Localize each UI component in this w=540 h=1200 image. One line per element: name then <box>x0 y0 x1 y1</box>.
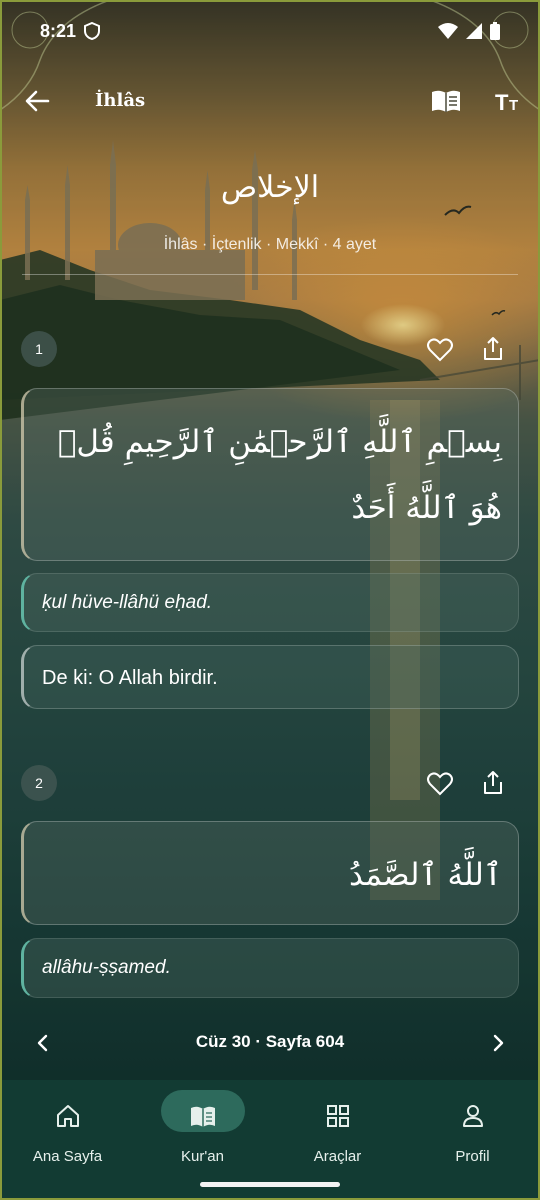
verse-number-badge: 2 <box>21 765 57 801</box>
nav-tab-label: Araçlar <box>313 1148 362 1165</box>
verse-transliteration-text: ḳul hüve-llâhü eḥad. <box>42 592 213 613</box>
nav-tab-label: Kur'an <box>181 1148 224 1165</box>
nav-tab-home[interactable]: Ana Sayfa <box>0 1090 135 1180</box>
vpn-shield-icon <box>84 22 101 40</box>
share-icon[interactable] <box>479 769 507 797</box>
page-title: İhlâs <box>95 90 146 111</box>
home-icon <box>56 1105 79 1127</box>
back-arrow-icon[interactable] <box>22 86 52 116</box>
surah-meta: İhlâs · İçtenlik · Mekkî · 4 ayet <box>163 236 377 253</box>
favorite-heart-icon[interactable] <box>426 336 454 364</box>
nav-tab-profile[interactable]: Profil <box>405 1090 540 1180</box>
status-bar: 8:21 <box>0 0 540 62</box>
verse-transliteration-card: allâhu-ṣṣamed. <box>21 938 519 998</box>
verse-transliteration-card: ḳul hüve-llâhü eḥad. <box>21 573 519 632</box>
verse-translation-text: De ki: O Allah birdir. <box>42 667 218 689</box>
header-divider <box>22 274 518 275</box>
verse-arabic-card: بِسۡمِ ٱللَّهِ ٱلرَّحۡمَٰنِ ٱلرَّحِيمِ ق… <box>21 388 519 561</box>
book-icon <box>190 1106 215 1127</box>
gesture-home-indicator[interactable] <box>200 1182 340 1187</box>
surah-arabic-name: الإخلاص <box>220 170 320 205</box>
person-icon <box>462 1105 483 1127</box>
app-bar: İhlâs T T <box>0 70 540 130</box>
status-time: 8:21 <box>40 20 77 41</box>
nav-tab-label: Profil <box>455 1148 490 1165</box>
svg-text:T: T <box>509 97 518 114</box>
signal-icon <box>466 23 482 39</box>
verse-arabic-text: بِسۡمِ ٱللَّهِ ٱلرَّحۡمَٰنِ ٱلرَّحِيمِ ق… <box>57 424 502 526</box>
svg-text:T: T <box>495 90 509 115</box>
favorite-heart-icon[interactable] <box>426 770 454 798</box>
nav-tab-tools[interactable]: Araçlar <box>270 1090 405 1180</box>
page-navigator: Cüz 30 · Sayfa 604 <box>0 1018 540 1068</box>
verse-arabic-text: ٱللَّهُ ٱلصَّمَدُ <box>348 857 502 893</box>
battery-icon <box>490 22 500 40</box>
nav-tab-label: Ana Sayfa <box>32 1148 103 1165</box>
text-size-icon[interactable]: T T <box>494 86 526 116</box>
verse-number-badge: 1 <box>21 331 57 367</box>
juz-page-label: Cüz 30 · Sayfa 604 <box>195 1032 345 1051</box>
nav-tab-quran[interactable]: Kur'an <box>135 1090 270 1180</box>
grid-icon <box>326 1105 349 1127</box>
verse-arabic-card: ٱللَّهُ ٱلصَّمَدُ <box>21 821 519 925</box>
verse-transliteration-text: allâhu-ṣṣamed. <box>42 957 171 978</box>
next-page-chevron-icon[interactable] <box>485 1030 511 1056</box>
reading-mode-icon[interactable] <box>430 86 462 116</box>
wifi-icon <box>438 23 458 39</box>
verse-translation-card: De ki: O Allah birdir. <box>21 645 519 709</box>
share-icon[interactable] <box>479 335 507 363</box>
